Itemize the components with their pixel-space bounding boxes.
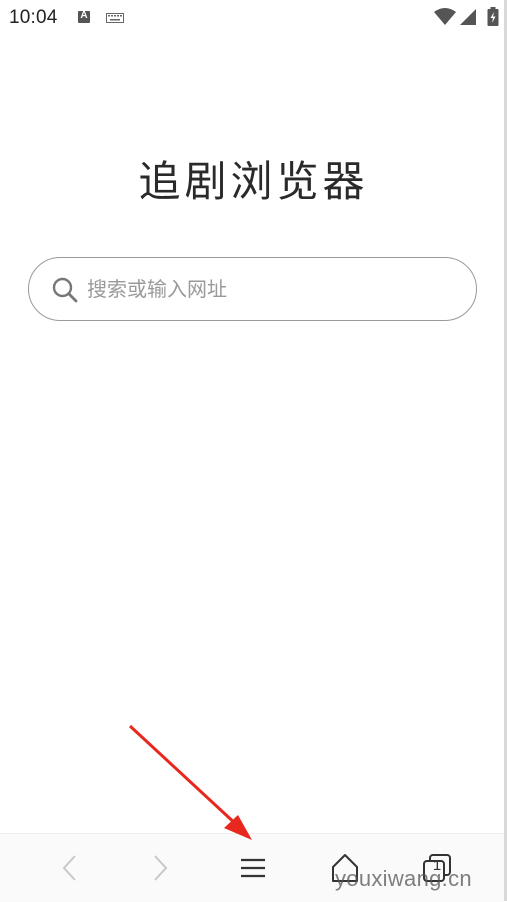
battery-icon [487, 7, 499, 26]
forward-icon [154, 855, 168, 881]
wifi-icon [434, 8, 456, 25]
signal-icon [460, 9, 476, 25]
status-bar: 10:04 A [0, 0, 504, 34]
search-bar[interactable] [28, 257, 477, 321]
search-input[interactable] [87, 258, 457, 319]
menu-icon [241, 858, 265, 878]
back-icon [62, 855, 76, 881]
watermark-text: youxiwang.cn [335, 866, 472, 891]
status-time: 10:04 [9, 7, 58, 28]
annotation-arrow [128, 724, 252, 840]
forward-button[interactable] [138, 846, 182, 890]
a-icon: A [78, 10, 90, 23]
page-title: 追剧浏览器 [138, 157, 369, 206]
menu-button[interactable] [231, 846, 275, 890]
back-button[interactable] [48, 846, 92, 890]
keyboard-icon [106, 13, 124, 23]
search-icon [52, 277, 78, 303]
